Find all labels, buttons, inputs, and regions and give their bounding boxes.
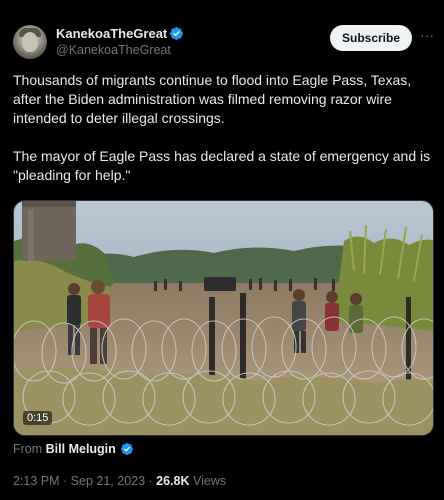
subscribe-button[interactable]: Subscribe — [330, 25, 412, 51]
tweet-date-link[interactable]: Sep 21, 2023 — [71, 474, 145, 488]
video-frame — [14, 201, 433, 435]
from-label: From — [13, 442, 43, 456]
tweet-card: KanekoaTheGreat @KanekoaTheGreat Subscri… — [0, 0, 444, 500]
more-options-icon[interactable]: ··· — [419, 26, 435, 44]
user-handle[interactable]: @KanekoaTheGreat — [56, 43, 171, 57]
tweet-time-link[interactable]: 2:13 PM — [13, 474, 60, 488]
tweet-paragraph: Thousands of migrants continue to flood … — [13, 72, 412, 126]
source-name-link[interactable]: Bill Melugin — [46, 442, 116, 456]
views-count: 26.8K — [156, 474, 190, 488]
tweet-text: Thousands of migrants continue to flood … — [13, 71, 438, 185]
display-name[interactable]: KanekoaTheGreat — [56, 26, 167, 41]
meta-separator: · — [145, 474, 157, 488]
media-attribution: From Bill Melugin — [13, 442, 116, 456]
views-label: Views — [193, 474, 227, 488]
tweet-meta: 2:13 PM · Sep 21, 2023 · 26.8K Views — [13, 474, 226, 488]
source-verified-badge-icon — [121, 443, 133, 455]
avatar[interactable] — [13, 25, 47, 59]
meta-separator: · — [59, 474, 71, 488]
video-player[interactable] — [13, 200, 434, 436]
tweet-paragraph: The mayor of Eagle Pass has declared a s… — [13, 148, 431, 183]
video-timer: 0:15 — [23, 411, 53, 425]
verified-badge-icon — [170, 27, 183, 40]
avatar-face — [22, 32, 38, 52]
